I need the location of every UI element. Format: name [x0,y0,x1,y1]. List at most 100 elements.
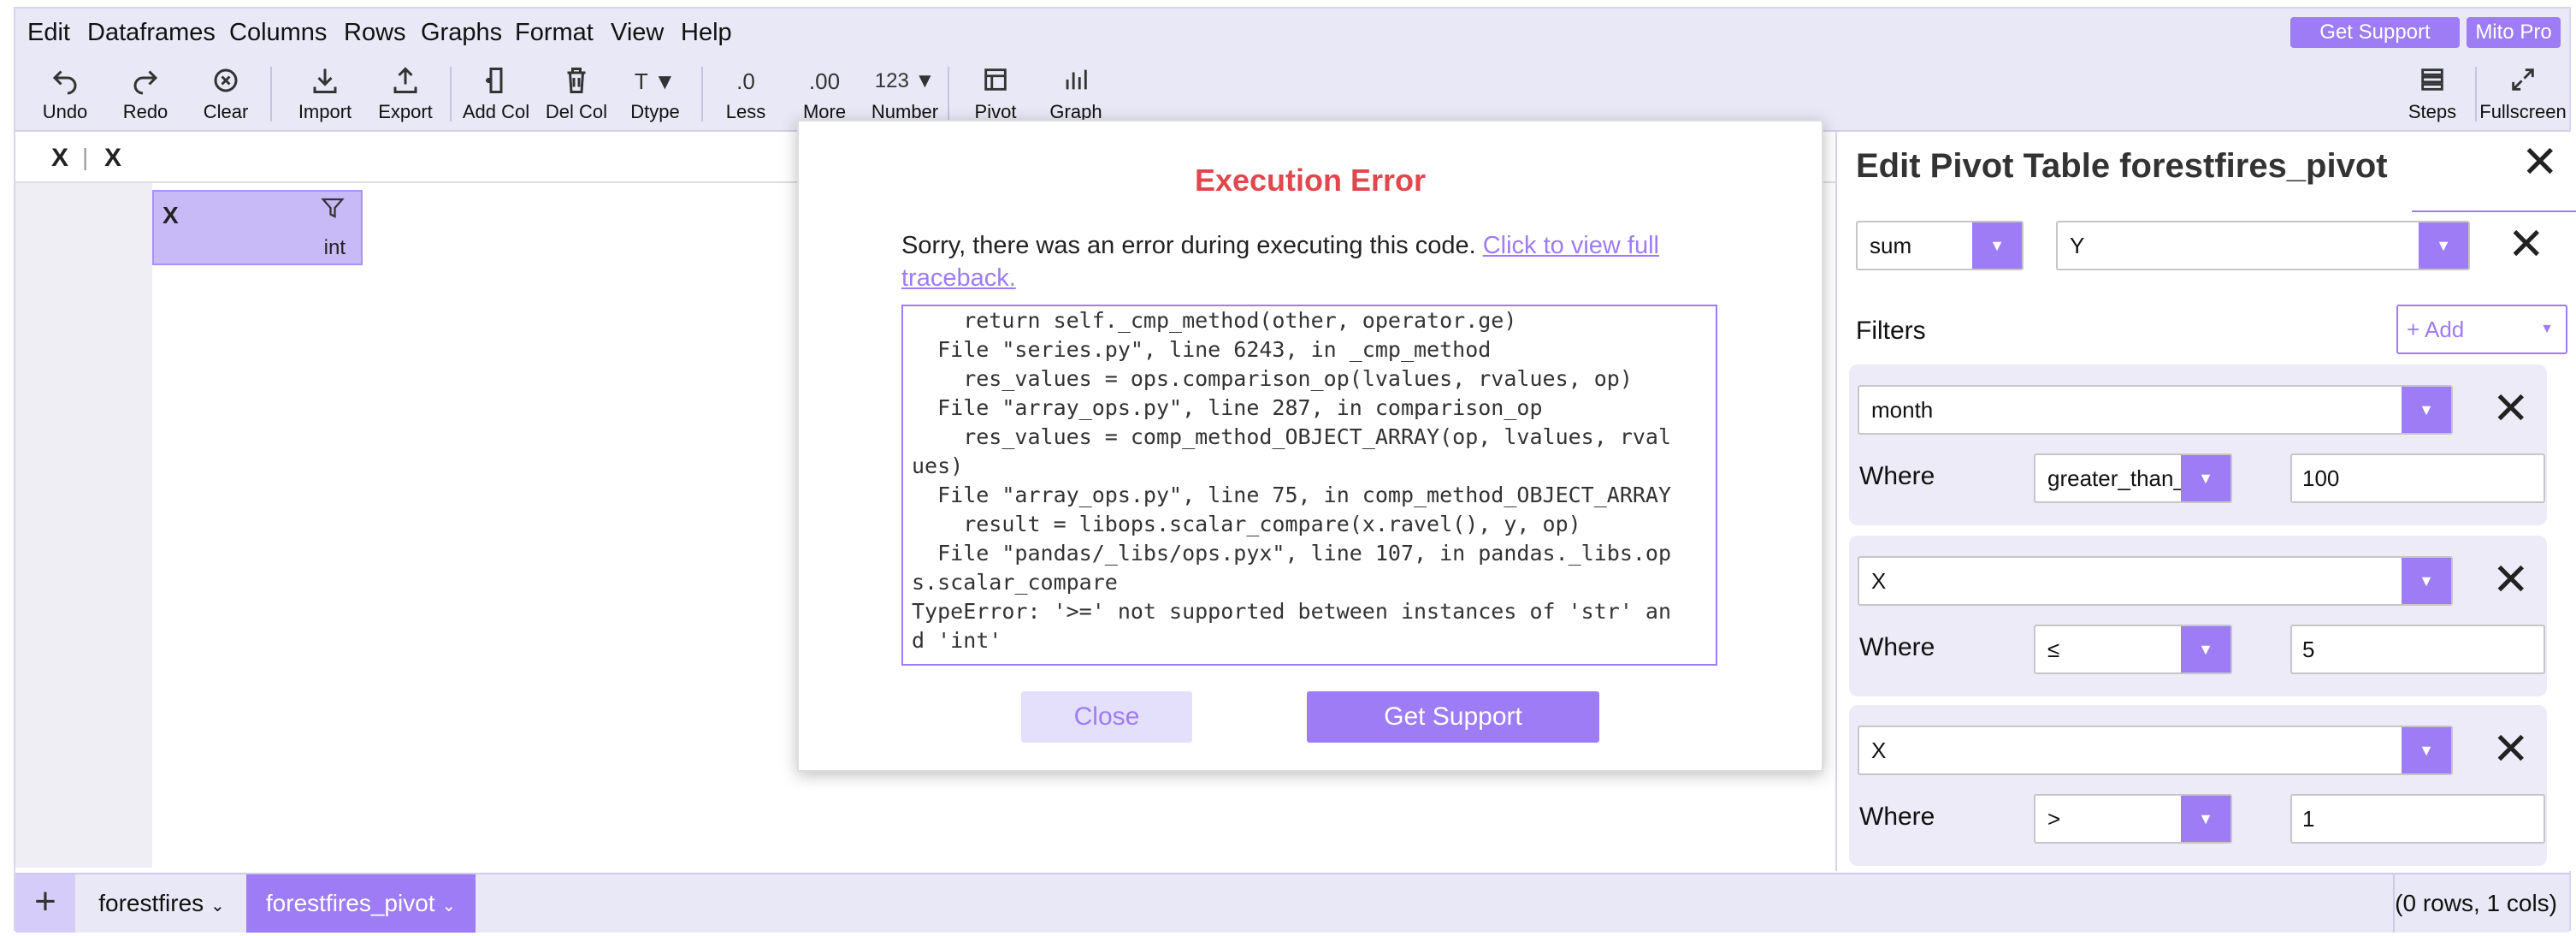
mito-pro-button[interactable]: Mito Pro [2467,17,2561,48]
add-filter-label: + Add [2407,317,2465,342]
clear-label: Clear [203,101,249,122]
column-header-name: X [162,202,179,228]
filter-value-input[interactable]: 5 [2290,625,2545,674]
where-label: Where [1859,633,1935,661]
get-support-button[interactable]: Get Support [2290,17,2460,48]
filter-condition-select[interactable]: ≤ ▼ [2034,625,2232,674]
add-col-label: Add Col [462,101,530,122]
chevron-down-icon: ▼ [2540,322,2554,336]
less-decimals-button[interactable]: .0 Less [705,65,787,123]
close-panel-icon[interactable]: ✕ [2521,140,2559,185]
where-label: Where [1859,803,1935,831]
chevron-down-icon[interactable]: ⌄ [441,897,456,915]
toolbar-divider [948,67,949,121]
more-decimals-button[interactable]: .00 More [783,65,866,123]
fullscreen-icon [2477,65,2569,98]
add-sheet-icon[interactable]: + [15,874,75,933]
number-format-icon: 123 ▼ [874,69,936,92]
chevron-down-icon: ▼ [2402,558,2451,604]
view-traceback-link[interactable]: Click to view full [1483,232,1659,259]
selected-cell-name: X [51,144,69,172]
sheet-tab-label: forestfires [98,890,204,916]
modal-message: Sorry, there was an error during executi… [901,229,1717,294]
dtype-icon: T ▼ [634,68,676,94]
filter-card: X ▼ ✕ Where > ▼ 1 [1849,705,2547,866]
modal-get-support-button[interactable]: Get Support [1307,691,1599,743]
menu-rows[interactable]: Rows [344,19,406,47]
filter-condition-select[interactable]: > ▼ [2034,794,2232,844]
sheet-tab-label: forestfires_pivot [265,890,435,916]
column-header-x[interactable]: X int [152,190,363,265]
remove-filter-icon[interactable]: ✕ [2492,387,2530,431]
pivot-table-panel: Edit Pivot Table forestfires_pivot ✕ sum… [1835,132,2576,871]
remove-filter-icon[interactable]: ✕ [2492,727,2530,772]
filter-value-input[interactable]: 100 [2290,453,2545,503]
dtype-label: Dtype [630,101,680,122]
pivot-button[interactable]: Pivot [954,65,1037,123]
view-traceback-link-cont[interactable]: traceback. [901,264,1016,292]
menu-view[interactable]: View [611,19,664,47]
del-col-button[interactable]: Del Col [535,65,617,123]
add-col-button[interactable]: Add Col [455,65,537,123]
panel-title: Edit Pivot Table forestfires_pivot [1856,147,2388,185]
menu-format[interactable]: Format [515,19,594,47]
menu-dataframes[interactable]: Dataframes [87,19,216,47]
graph-button[interactable]: Graph [1035,65,1117,123]
menu-bar: Edit Dataframes Columns Rows Graphs Form… [15,9,2569,56]
traceback-text: return self._cmp_method(other, operator.… [912,308,1672,653]
close-button[interactable]: Close [1021,691,1192,743]
filter-column-value: month [1871,397,1934,423]
filter-column-select[interactable]: month ▼ [1858,385,2453,435]
formula-value[interactable]: X [104,144,121,173]
chevron-down-icon: ▼ [1972,222,2022,269]
filter-value-input[interactable]: 1 [2290,794,2545,844]
chevron-down-icon: ▼ [2181,455,2230,501]
menu-columns[interactable]: Columns [229,19,327,47]
row-col-count: (0 rows, 1 cols) [2395,890,2557,916]
filter-column-select[interactable]: X ▼ [1858,726,2453,775]
aggregation-function-select[interactable]: sum ▼ [1856,221,2024,270]
filter-icon[interactable] [320,195,346,225]
import-icon [284,65,366,98]
execution-error-modal: Execution Error Sorry, there was an erro… [797,120,1823,772]
filter-column-value: X [1871,738,1887,763]
steps-button[interactable]: Steps [2391,65,2473,123]
sheet-tab-forestfires-pivot[interactable]: forestfires_pivot ⌄ [246,874,476,933]
menu-graphs[interactable]: Graphs [421,19,502,47]
menu-edit[interactable]: Edit [27,19,70,47]
filters-label: Filters [1856,317,1926,345]
remove-filter-icon[interactable]: ✕ [2492,558,2530,602]
undo-label: Undo [42,101,88,122]
toolbar-divider [450,67,452,121]
toolbar-divider [270,67,272,121]
fullscreen-button[interactable]: Fullscreen [2477,65,2569,123]
remove-value-icon[interactable]: ✕ [2508,222,2545,267]
modal-title: Execution Error [1194,163,1427,198]
panel-divider [2412,210,2576,212]
redo-icon [104,65,186,98]
undo-button[interactable]: Undo [24,65,106,123]
number-format-button[interactable]: 123 ▼ Number [864,65,946,123]
traceback-box[interactable]: return self._cmp_method(other, operator.… [901,305,1717,666]
menu-help[interactable]: Help [681,19,732,47]
filter-column-value: X [1871,568,1887,594]
error-message-text: Sorry, there was an error during executi… [901,232,1476,259]
pivot-icon [954,65,1037,98]
export-button[interactable]: Export [364,65,446,123]
redo-button[interactable]: Redo [104,65,186,123]
import-button[interactable]: Import [284,65,366,123]
chevron-down-icon[interactable]: ⌄ [210,897,225,915]
sheet-tab-forestfires[interactable]: forestfires ⌄ [77,874,246,933]
filter-column-select[interactable]: X ▼ [1858,556,2453,606]
dtype-button[interactable]: T ▼ Dtype [614,65,696,123]
add-filter-button[interactable]: + Add ▼ [2396,305,2567,354]
where-label: Where [1859,462,1935,490]
filter-card: month ▼ ✕ Where greater_than_o ▼ 100 [1849,364,2547,525]
export-label: Export [378,101,433,122]
redo-label: Redo [122,101,168,122]
filter-condition-select[interactable]: greater_than_o ▼ [2034,453,2232,503]
index-column [15,183,152,868]
clear-button[interactable]: Clear [185,65,267,123]
aggregation-column-select[interactable]: Y ▼ [2056,221,2470,270]
graph-icon [1035,65,1117,98]
